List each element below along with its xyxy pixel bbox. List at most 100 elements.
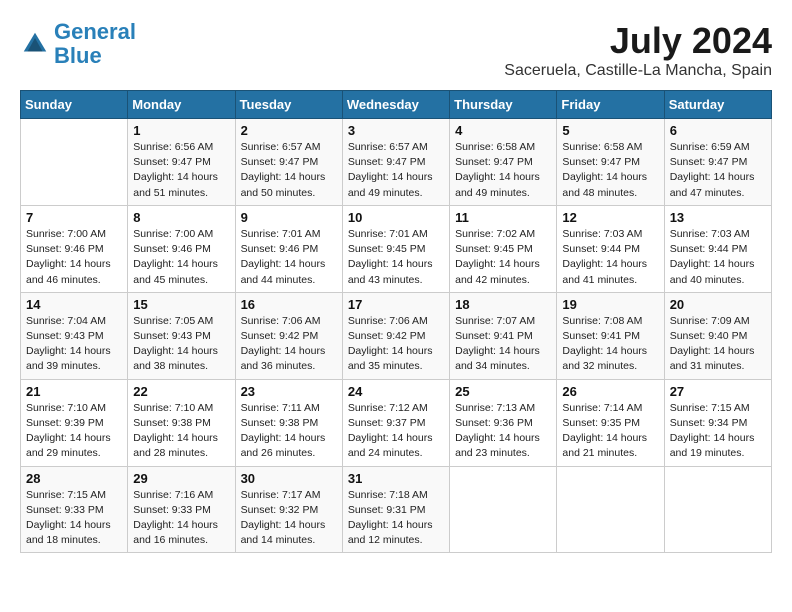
- day-info: Sunrise: 7:15 AMSunset: 9:33 PMDaylight:…: [26, 488, 122, 549]
- calendar-cell: 13 Sunrise: 7:03 AMSunset: 9:44 PMDayligh…: [664, 205, 771, 292]
- day-info: Sunrise: 7:13 AMSunset: 9:36 PMDaylight:…: [455, 401, 551, 462]
- day-info: Sunrise: 7:06 AMSunset: 9:42 PMDaylight:…: [241, 314, 337, 375]
- day-number: 5: [562, 123, 658, 138]
- day-info: Sunrise: 6:57 AMSunset: 9:47 PMDaylight:…: [348, 140, 444, 201]
- calendar-cell: 3 Sunrise: 6:57 AMSunset: 9:47 PMDaylight…: [342, 119, 449, 206]
- day-info: Sunrise: 6:57 AMSunset: 9:47 PMDaylight:…: [241, 140, 337, 201]
- day-info: Sunrise: 7:10 AMSunset: 9:39 PMDaylight:…: [26, 401, 122, 462]
- day-header-tuesday: Tuesday: [235, 91, 342, 119]
- day-info: Sunrise: 7:16 AMSunset: 9:33 PMDaylight:…: [133, 488, 229, 549]
- calendar-cell: 4Sunrise: 6:58 AMSunset: 9:47 PMDaylight…: [450, 119, 557, 206]
- calendar-cell: 27Sunrise: 7:15 AMSunset: 9:34 PMDayligh…: [664, 379, 771, 466]
- calendar-week-5: 28Sunrise: 7:15 AMSunset: 9:33 PMDayligh…: [21, 466, 772, 553]
- calendar-cell: 18Sunrise: 7:07 AMSunset: 9:41 PMDayligh…: [450, 292, 557, 379]
- day-info: Sunrise: 6:59 AMSunset: 9:47 PMDaylight:…: [670, 140, 766, 201]
- day-info: Sunrise: 7:03 AMSunset: 9:44 PMDaylight:…: [670, 227, 766, 288]
- day-info: Sunrise: 7:00 AMSunset: 9:46 PMDaylight:…: [26, 227, 122, 288]
- day-header-thursday: Thursday: [450, 91, 557, 119]
- calendar-cell: 16 Sunrise: 7:06 AMSunset: 9:42 PMDayligh…: [235, 292, 342, 379]
- day-number: 13: [670, 210, 766, 225]
- day-number: 21: [26, 384, 122, 399]
- day-info: Sunrise: 7:00 AMSunset: 9:46 PMDaylight:…: [133, 227, 229, 288]
- calendar-cell: [21, 119, 128, 206]
- day-info: Sunrise: 7:01 AMSunset: 9:46 PMDaylight:…: [241, 227, 337, 288]
- calendar-cell: 23 Sunrise: 7:11 AMSunset: 9:38 PMDayligh…: [235, 379, 342, 466]
- day-info: Sunrise: 7:12 AMSunset: 9:37 PMDaylight:…: [348, 401, 444, 462]
- calendar-cell: 29 Sunrise: 7:16 AMSunset: 9:33 PMDayligh…: [128, 466, 235, 553]
- calendar-cell: 1 Sunrise: 6:56 AMSunset: 9:47 PMDaylight…: [128, 119, 235, 206]
- calendar-cell: 6 Sunrise: 6:59 AMSunset: 9:47 PMDaylight…: [664, 119, 771, 206]
- day-number: 23: [241, 384, 337, 399]
- calendar-cell: 21 Sunrise: 7:10 AMSunset: 9:39 PMDayligh…: [21, 379, 128, 466]
- day-number: 31: [348, 471, 444, 486]
- calendar-cell: 12 Sunrise: 7:03 AMSunset: 9:44 PMDayligh…: [557, 205, 664, 292]
- day-header-friday: Friday: [557, 91, 664, 119]
- day-info: Sunrise: 7:05 AMSunset: 9:43 PMDaylight:…: [133, 314, 229, 375]
- logo-text: General Blue: [54, 20, 136, 68]
- logo-line2: Blue: [54, 43, 102, 68]
- day-info: Sunrise: 7:08 AMSunset: 9:41 PMDaylight:…: [562, 314, 658, 375]
- day-headers-row: SundayMondayTuesdayWednesdayThursdayFrid…: [21, 91, 772, 119]
- calendar-cell: 17Sunrise: 7:06 AMSunset: 9:42 PMDayligh…: [342, 292, 449, 379]
- day-info: Sunrise: 7:09 AMSunset: 9:40 PMDaylight:…: [670, 314, 766, 375]
- calendar-cell: 30Sunrise: 7:17 AMSunset: 9:32 PMDayligh…: [235, 466, 342, 553]
- day-number: 22: [133, 384, 229, 399]
- calendar-cell: 10 Sunrise: 7:01 AMSunset: 9:45 PMDayligh…: [342, 205, 449, 292]
- day-number: 24: [348, 384, 444, 399]
- day-header-wednesday: Wednesday: [342, 91, 449, 119]
- day-number: 10: [348, 210, 444, 225]
- calendar-cell: 28Sunrise: 7:15 AMSunset: 9:33 PMDayligh…: [21, 466, 128, 553]
- calendar-cell: 7Sunrise: 7:00 AMSunset: 9:46 PMDaylight…: [21, 205, 128, 292]
- day-number: 20: [670, 297, 766, 312]
- day-info: Sunrise: 7:11 AMSunset: 9:38 PMDaylight:…: [241, 401, 337, 462]
- calendar-cell: 5Sunrise: 6:58 AMSunset: 9:47 PMDaylight…: [557, 119, 664, 206]
- day-number: 4: [455, 123, 551, 138]
- day-number: 17: [348, 297, 444, 312]
- day-number: 9: [241, 210, 337, 225]
- day-info: Sunrise: 7:10 AMSunset: 9:38 PMDaylight:…: [133, 401, 229, 462]
- day-number: 11: [455, 210, 551, 225]
- calendar-cell: 25 Sunrise: 7:13 AMSunset: 9:36 PMDayligh…: [450, 379, 557, 466]
- calendar-table: SundayMondayTuesdayWednesdayThursdayFrid…: [20, 90, 772, 553]
- day-header-sunday: Sunday: [21, 91, 128, 119]
- day-header-monday: Monday: [128, 91, 235, 119]
- day-info: Sunrise: 7:07 AMSunset: 9:41 PMDaylight:…: [455, 314, 551, 375]
- page-header: General Blue July 2024 Saceruela, Castil…: [20, 20, 772, 80]
- calendar-header: SundayMondayTuesdayWednesdayThursdayFrid…: [21, 91, 772, 119]
- day-number: 1: [133, 123, 229, 138]
- day-number: 30: [241, 471, 337, 486]
- day-number: 12: [562, 210, 658, 225]
- day-info: Sunrise: 7:01 AMSunset: 9:45 PMDaylight:…: [348, 227, 444, 288]
- day-info: Sunrise: 7:15 AMSunset: 9:34 PMDaylight:…: [670, 401, 766, 462]
- day-number: 25: [455, 384, 551, 399]
- day-number: 14: [26, 297, 122, 312]
- title-section: July 2024 Saceruela, Castille-La Mancha,…: [504, 20, 772, 80]
- day-info: Sunrise: 7:03 AMSunset: 9:44 PMDaylight:…: [562, 227, 658, 288]
- calendar-cell: 22 Sunrise: 7:10 AMSunset: 9:38 PMDayligh…: [128, 379, 235, 466]
- day-number: 29: [133, 471, 229, 486]
- calendar-title: July 2024: [504, 20, 772, 62]
- day-header-saturday: Saturday: [664, 91, 771, 119]
- calendar-cell: 11 Sunrise: 7:02 AMSunset: 9:45 PMDayligh…: [450, 205, 557, 292]
- calendar-cell: 8Sunrise: 7:00 AMSunset: 9:46 PMDaylight…: [128, 205, 235, 292]
- day-info: Sunrise: 7:02 AMSunset: 9:45 PMDaylight:…: [455, 227, 551, 288]
- calendar-cell: [557, 466, 664, 553]
- day-number: 6: [670, 123, 766, 138]
- calendar-cell: 9 Sunrise: 7:01 AMSunset: 9:46 PMDaylight…: [235, 205, 342, 292]
- day-info: Sunrise: 7:18 AMSunset: 9:31 PMDaylight:…: [348, 488, 444, 549]
- calendar-cell: 19 Sunrise: 7:08 AMSunset: 9:41 PMDayligh…: [557, 292, 664, 379]
- calendar-week-3: 14 Sunrise: 7:04 AMSunset: 9:43 PMDayligh…: [21, 292, 772, 379]
- calendar-cell: 14 Sunrise: 7:04 AMSunset: 9:43 PMDayligh…: [21, 292, 128, 379]
- logo-line1: General: [54, 19, 136, 44]
- day-number: 19: [562, 297, 658, 312]
- day-number: 15: [133, 297, 229, 312]
- day-info: Sunrise: 6:56 AMSunset: 9:47 PMDaylight:…: [133, 140, 229, 201]
- day-info: Sunrise: 7:04 AMSunset: 9:43 PMDaylight:…: [26, 314, 122, 375]
- day-number: 16: [241, 297, 337, 312]
- calendar-week-1: 1 Sunrise: 6:56 AMSunset: 9:47 PMDaylight…: [21, 119, 772, 206]
- calendar-cell: 31 Sunrise: 7:18 AMSunset: 9:31 PMDayligh…: [342, 466, 449, 553]
- day-number: 3: [348, 123, 444, 138]
- day-number: 2: [241, 123, 337, 138]
- calendar-subtitle: Saceruela, Castille-La Mancha, Spain: [504, 62, 772, 80]
- day-number: 26: [562, 384, 658, 399]
